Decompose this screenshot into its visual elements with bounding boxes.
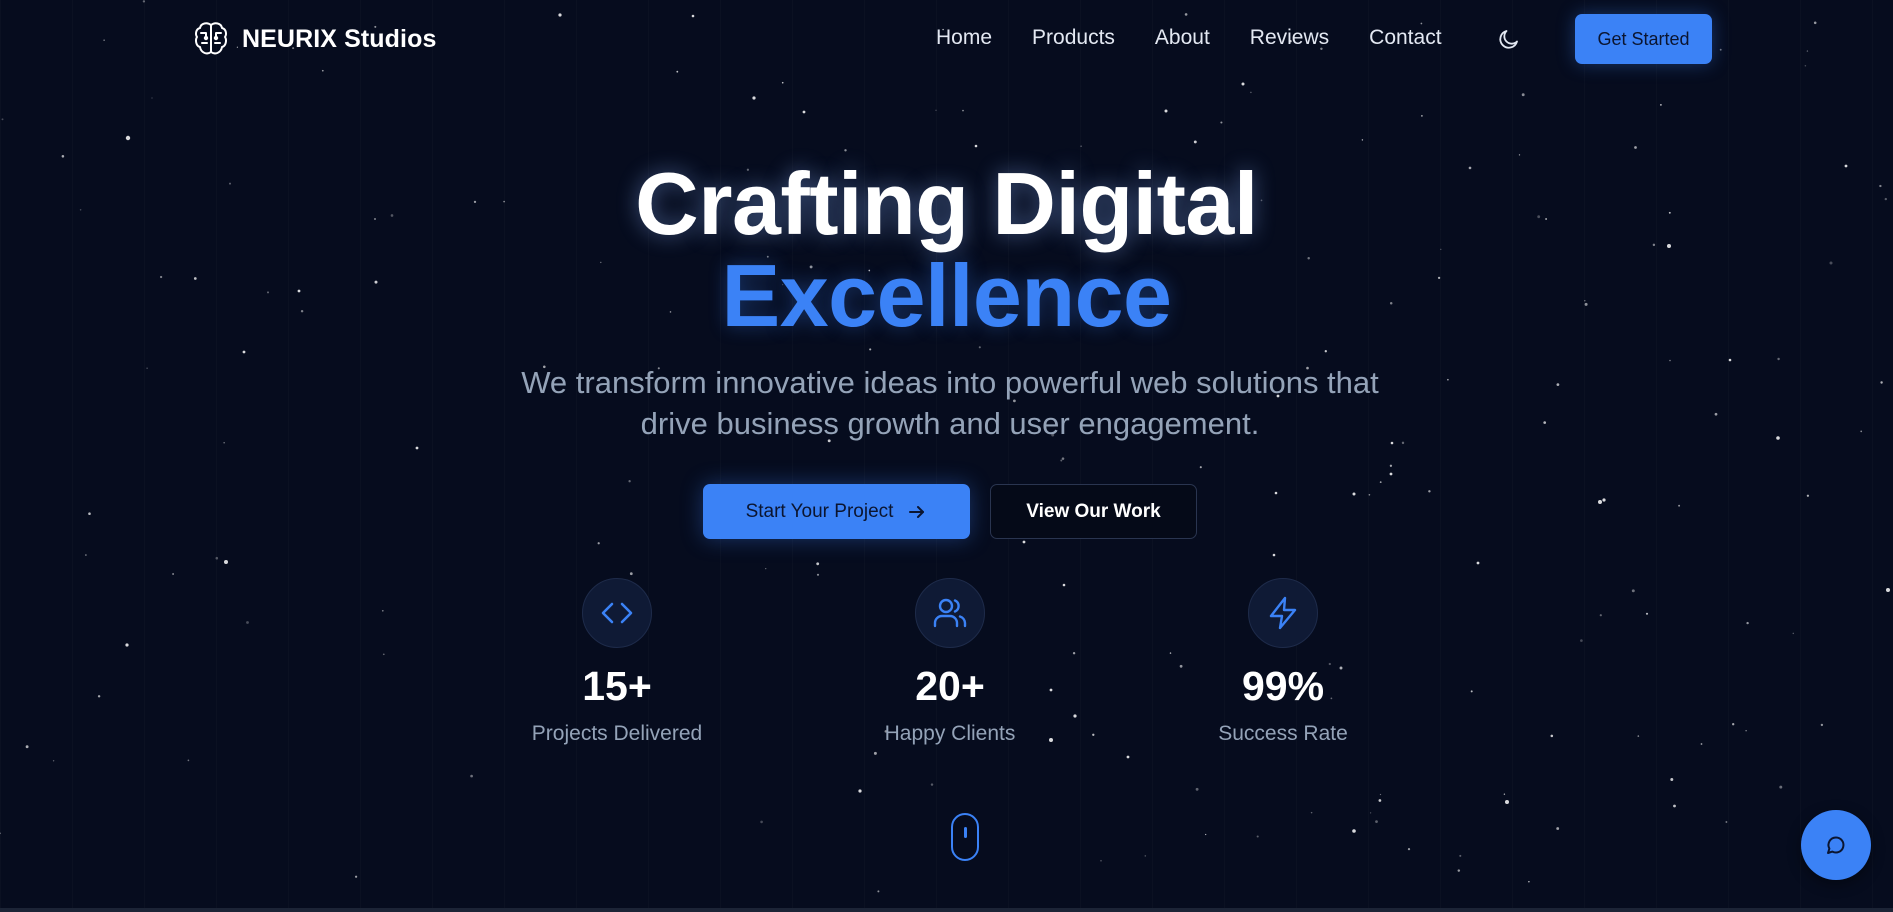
users-icon (933, 598, 967, 628)
hero-title-line1: Crafting Digital (635, 154, 1258, 253)
brain-icon (195, 22, 227, 55)
scroll-down-indicator[interactable] (951, 813, 979, 861)
page: NEURIX Studios Home Products About Revie… (0, 0, 1893, 912)
site-header: NEURIX Studios Home Products About Revie… (0, 0, 1893, 78)
hero-subtitle: We transform innovative ideas into power… (521, 365, 1379, 441)
nav-products[interactable]: Products (1032, 26, 1115, 50)
hero-title-highlight: Excellence (721, 246, 1173, 345)
moon-icon (1499, 30, 1518, 49)
stat-value: 99% (1241, 663, 1325, 709)
nav-contact[interactable]: Contact (1369, 26, 1441, 50)
brand-logo-link[interactable]: NEURIX Studios (194, 20, 436, 58)
start-project-label: Start Your Project (745, 500, 894, 522)
brand-name: NEURIX Studios (242, 24, 437, 53)
mouse-icon (964, 827, 967, 838)
stat-clients: 20+ Happy Clients (820, 578, 1080, 746)
chat-bubble-icon (1827, 836, 1845, 854)
nav-reviews[interactable]: Reviews (1250, 26, 1329, 50)
stat-value: 15+ (582, 663, 652, 709)
bottom-edge (0, 908, 1893, 912)
stat-icon-container (1248, 578, 1318, 648)
start-project-button[interactable]: Start Your Project (703, 484, 970, 539)
stat-projects: 15+ Projects Delivered (487, 578, 747, 746)
stat-success: 99% Success Rate (1153, 578, 1413, 746)
background-grid (0, 0, 1893, 912)
nav-home[interactable]: Home (936, 26, 992, 50)
stat-icon-container (915, 578, 985, 648)
hero-title: Crafting Digital Excellence (0, 158, 1893, 342)
code-icon (601, 602, 633, 624)
theme-toggle-button[interactable] (1497, 27, 1521, 51)
stat-value: 20+ (915, 663, 985, 709)
stat-label: Happy Clients (884, 722, 1016, 745)
main-nav: Home Products About Reviews Contact (936, 26, 1442, 50)
get-started-button[interactable]: Get Started (1575, 14, 1712, 64)
view-work-button[interactable]: View Our Work (990, 484, 1197, 539)
stat-icon-container (582, 578, 652, 648)
arrow-right-icon (909, 505, 925, 518)
stat-label: Projects Delivered (531, 722, 703, 745)
starfield-background (0, 0, 1890, 893)
chat-button[interactable] (1801, 810, 1871, 880)
zap-icon (1269, 596, 1297, 630)
nav-about[interactable]: About (1155, 26, 1210, 50)
stat-label: Success Rate (1218, 722, 1348, 745)
